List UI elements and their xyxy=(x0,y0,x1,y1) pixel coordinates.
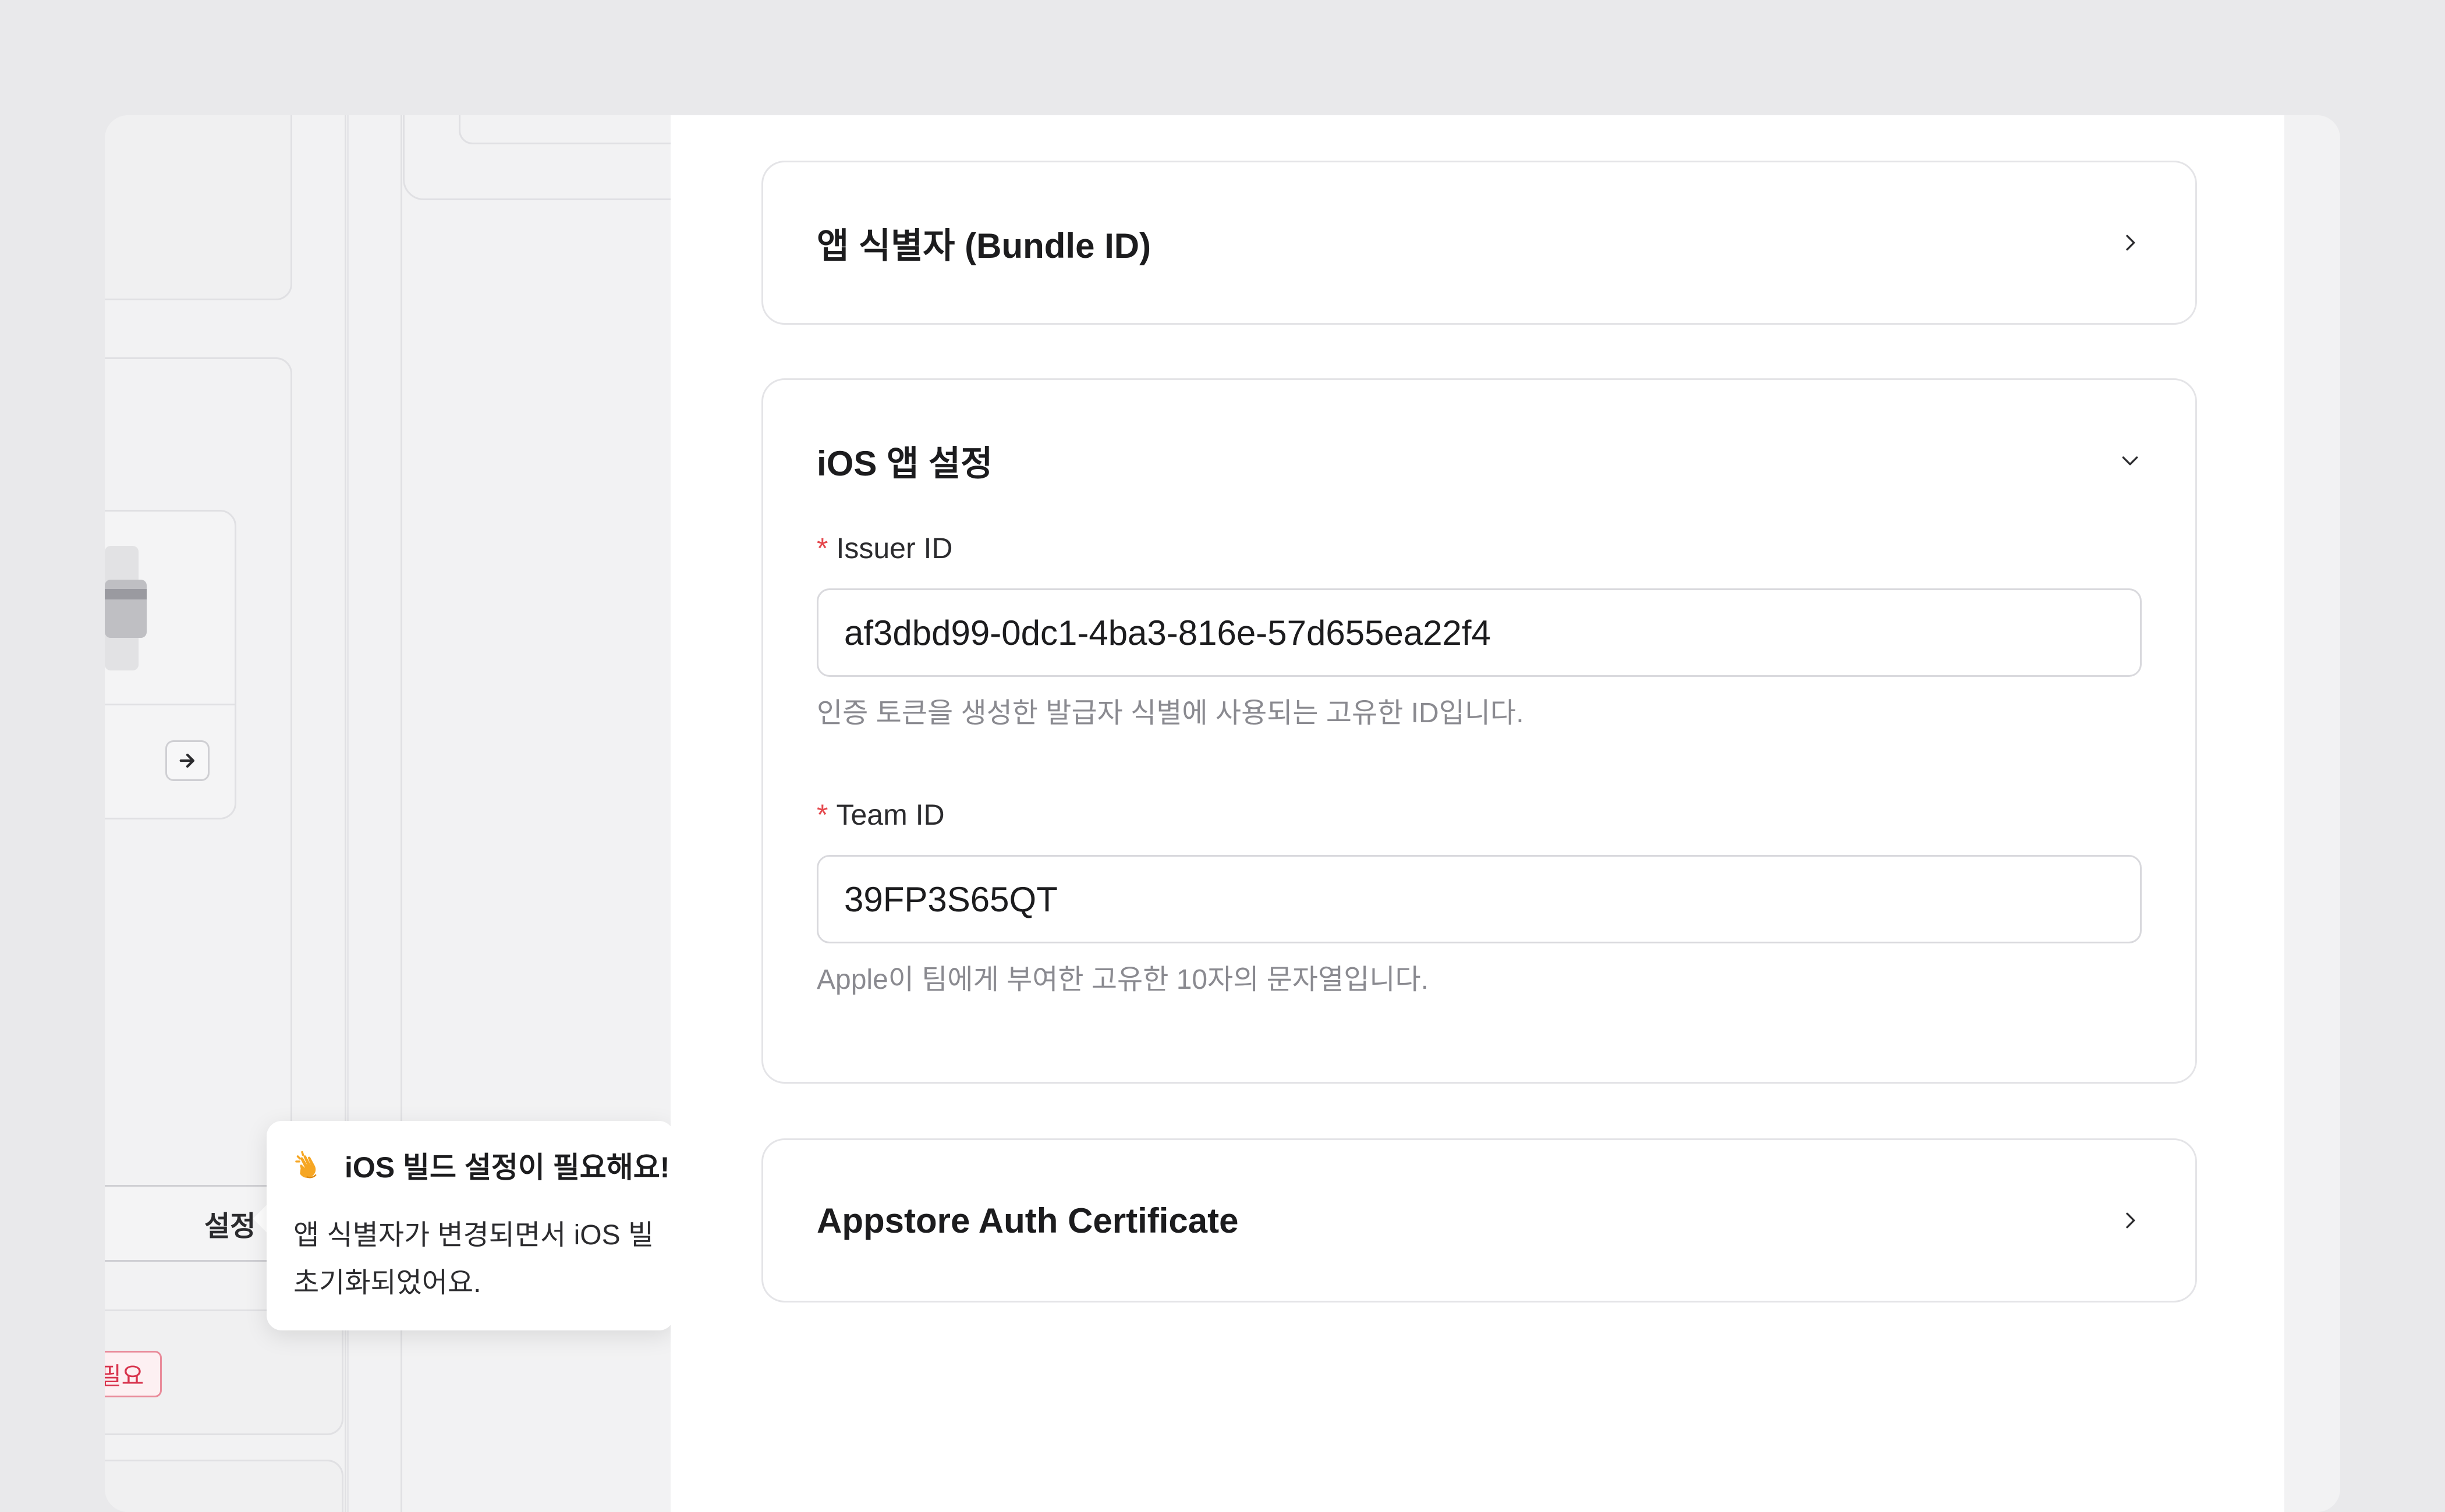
issuer-id-value: af3dbd99-0dc1-4ba3-816e-57d655ea22f4 xyxy=(844,613,1491,652)
issuer-id-label: * Issuer ID xyxy=(817,531,2195,565)
settings-panel: 앱 식별자 (Bundle ID) iOS 앱 설정 * Issuer ID af… xyxy=(671,115,2284,1512)
arrow-right-button[interactable] xyxy=(165,740,210,781)
chevron-down-icon xyxy=(2122,456,2138,466)
section-title: Appstore Auth Certificate xyxy=(817,1201,1239,1240)
team-id-label-text: Team ID xyxy=(836,798,945,831)
team-id-field: * Team ID 39FP3S65QT Apple이 팀에게 부여한 고유한 1… xyxy=(763,798,2195,997)
arrow-right-icon xyxy=(179,753,195,768)
background-panel xyxy=(105,357,292,1312)
background-card-inner xyxy=(459,115,703,144)
section-title: 앱 식별자 (Bundle ID) xyxy=(817,226,1151,265)
tooltip-title-text: iOS 빌드 설정이 필요해요! xyxy=(345,1151,670,1184)
clapping-hands-icon xyxy=(295,1151,317,1179)
section-title: iOS 앱 설정 xyxy=(817,443,993,483)
issuer-id-field: * Issuer ID af3dbd99-0dc1-4ba3-816e-57d65… xyxy=(763,531,2195,730)
ios-settings-section: iOS 앱 설정 * Issuer ID af3dbd99-0dc1-4ba3-8… xyxy=(761,378,2197,1084)
divider xyxy=(105,704,235,705)
tooltip-title: iOS 빌드 설정이 필요해요! xyxy=(293,1144,674,1186)
status-badge-label: 필요 xyxy=(105,1362,144,1390)
required-mark: * xyxy=(817,798,828,831)
ios-build-tooltip: iOS 빌드 설정이 필요해요! 앱 식별자가 변경되면서 iOS 빌 초기화되… xyxy=(267,1121,674,1330)
issuer-id-label-text: Issuer ID xyxy=(836,532,953,565)
tooltip-body-line: 초기화되었어요. xyxy=(293,1268,481,1298)
ios-settings-header[interactable]: iOS 앱 설정 xyxy=(763,380,2195,541)
issuer-id-input[interactable]: af3dbd99-0dc1-4ba3-816e-57d655ea22f4 xyxy=(817,588,2142,677)
chevron-right-icon xyxy=(2126,235,2135,251)
tooltip-body: 앱 식별자가 변경되면서 iOS 빌 초기화되었어요. xyxy=(293,1212,674,1307)
appstore-cert-header[interactable]: Appstore Auth Certificate xyxy=(763,1140,2195,1301)
background-card-bottom xyxy=(105,1460,343,1512)
chevron-right-icon xyxy=(2126,1212,2135,1229)
team-id-help: Apple이 팀에게 부여한 고유한 10자의 문자열입니다. xyxy=(817,964,1429,995)
team-id-label: * Team ID xyxy=(817,798,2195,832)
team-id-input[interactable]: 39FP3S65QT xyxy=(817,855,2142,943)
tooltip-body-line: 앱 식별자가 변경되면서 iOS 빌 xyxy=(293,1220,654,1251)
required-mark: * xyxy=(817,532,828,565)
issuer-id-help: 인증 토큰을 생성한 발급자 식별에 사용되는 고유한 ID입니다. xyxy=(817,698,1524,729)
panel-edge xyxy=(2284,115,2340,1512)
background-slider-line xyxy=(105,589,147,599)
team-id-value: 39FP3S65QT xyxy=(844,879,1058,919)
background-card xyxy=(105,115,292,300)
appstore-cert-section[interactable]: Appstore Auth Certificate xyxy=(761,1138,2197,1302)
background-slider-thumb xyxy=(105,580,147,638)
status-badge: 필요 xyxy=(105,1351,162,1397)
app-window: 설정 열기 필요 iOS 빌드 설정이 필요해요! 앱 식별자가 변경되면서 i… xyxy=(105,115,2340,1512)
bundle-id-header[interactable]: 앱 식별자 (Bundle ID) xyxy=(763,162,2195,323)
bundle-id-section[interactable]: 앱 식별자 (Bundle ID) xyxy=(761,161,2197,325)
